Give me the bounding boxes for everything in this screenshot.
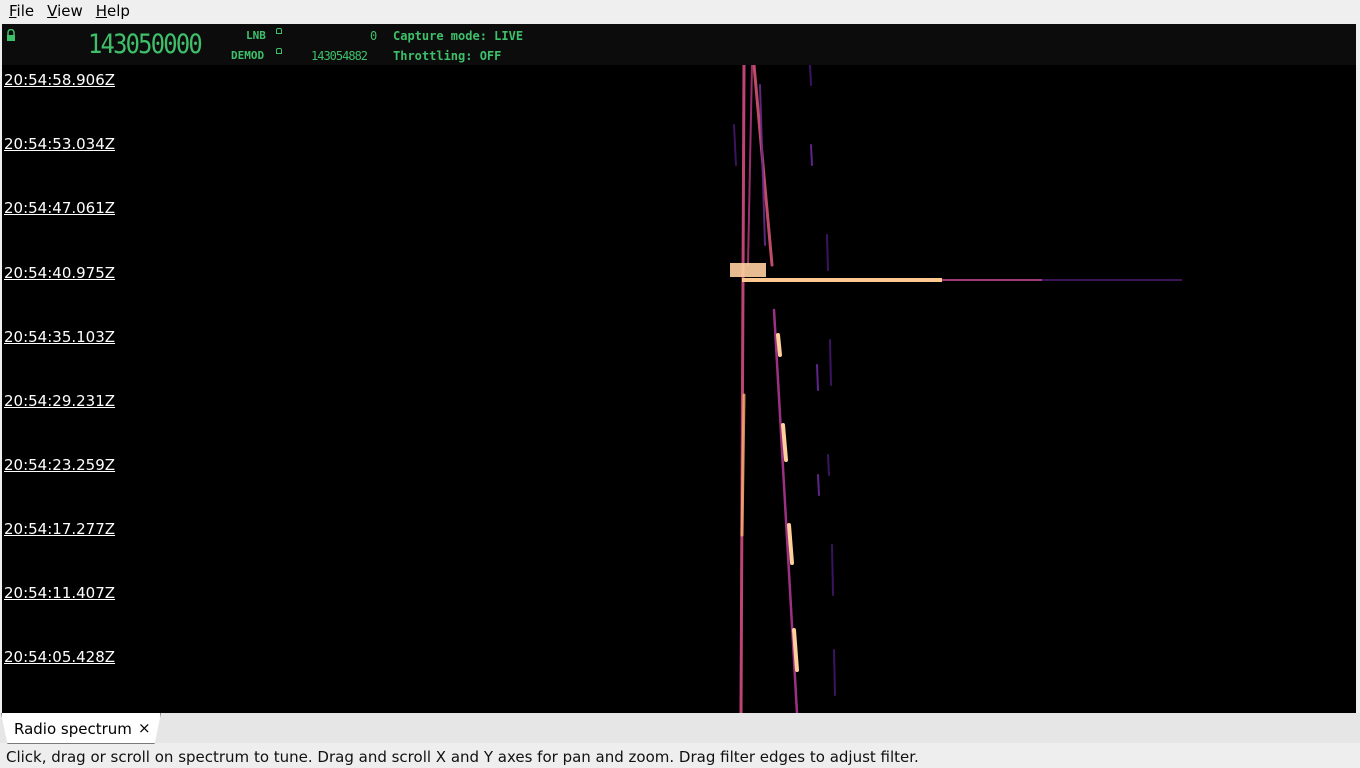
capture-mode-status: Capture mode: LIVE [393, 29, 524, 43]
lnb-lock-icon[interactable] [276, 28, 282, 34]
timestamp-label[interactable]: 20:54:58.906Z [4, 72, 115, 88]
close-icon[interactable]: × [138, 719, 151, 737]
frequency-header: 143050000 LNB 0 DEMOD 143054882 Capture … [2, 24, 1356, 66]
timestamp-label[interactable]: 20:54:53.034Z [4, 136, 115, 152]
lock-icon[interactable] [5, 29, 17, 41]
demod-lock-icon[interactable] [276, 48, 282, 54]
lnb-label: LNB [246, 29, 266, 42]
spectrum-panel[interactable]: 143050000 LNB 0 DEMOD 143054882 Capture … [2, 24, 1356, 713]
menu-help[interactable]: Help [92, 2, 134, 20]
tab-radio-spectrum[interactable]: Radio spectrum × [1, 713, 161, 744]
timestamp-label[interactable]: 20:54:47.061Z [4, 200, 115, 216]
demod-frequency[interactable]: 143054882 [311, 49, 368, 63]
waterfall-spectrogram[interactable] [2, 65, 1356, 713]
timestamp-label[interactable]: 20:54:05.428Z [4, 649, 115, 665]
timestamp-label[interactable]: 20:54:23.259Z [4, 457, 115, 473]
tab-bar: Radio spectrum × [0, 713, 1360, 744]
tab-label: Radio spectrum [14, 720, 132, 738]
lnb-value[interactable]: 0 [370, 29, 377, 43]
center-frequency-display[interactable]: 143050000 [88, 30, 203, 60]
menu-bar: File View Help [0, 0, 1360, 22]
menu-view[interactable]: View [43, 2, 87, 20]
demod-label: DEMOD [231, 49, 265, 62]
timestamp-label[interactable]: 20:54:40.975Z [4, 265, 115, 281]
menu-file[interactable]: File [5, 2, 38, 20]
timestamp-label[interactable]: 20:54:17.277Z [4, 521, 115, 537]
status-bar: Click, drag or scroll on spectrum to tun… [0, 744, 1360, 768]
timestamp-label[interactable]: 20:54:29.231Z [4, 393, 115, 409]
timestamp-label[interactable]: 20:54:11.407Z [4, 585, 115, 601]
status-hint: Click, drag or scroll on spectrum to tun… [6, 748, 919, 766]
timestamp-label[interactable]: 20:54:35.103Z [4, 329, 115, 345]
throttling-status: Throttling: OFF [393, 49, 502, 63]
